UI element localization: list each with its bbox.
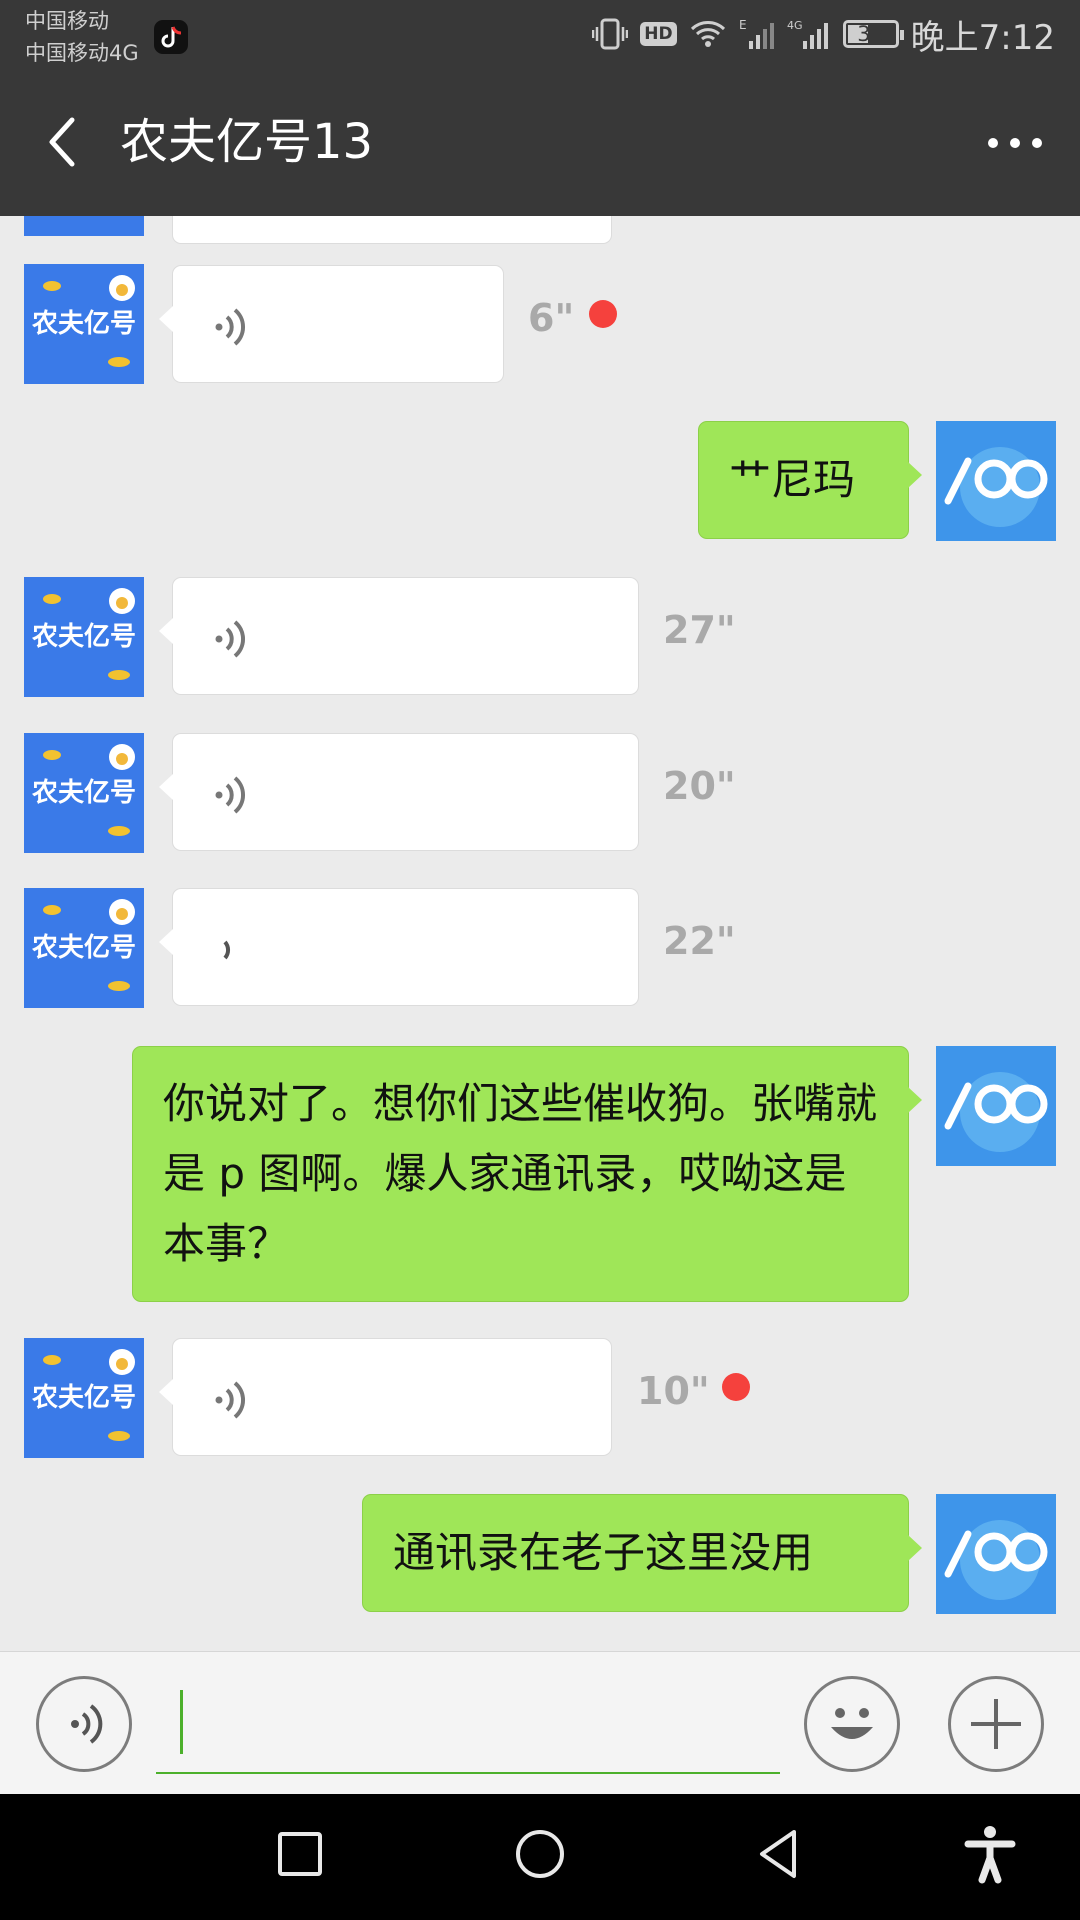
- battery-level: 33: [857, 22, 884, 46]
- voice-message[interactable]: [159, 888, 639, 1006]
- contact-avatar[interactable]: 农夫亿号: [24, 577, 144, 697]
- status-bar: 中国移动 中国移动4G HD E 4G 33 晚上7:12: [0, 0, 1080, 68]
- more-actions-button[interactable]: [948, 1676, 1044, 1772]
- voice-message[interactable]: [159, 265, 504, 383]
- voice-input-button[interactable]: [36, 1676, 132, 1772]
- contact-avatar[interactable]: 农夫亿号: [24, 733, 144, 853]
- message-input[interactable]: [156, 1674, 780, 1774]
- sent-text-message[interactable]: 通讯录在老子这里没用: [362, 1494, 922, 1612]
- svg-text:农夫亿号: 农夫亿号: [31, 309, 136, 339]
- voice-duration: 10": [637, 1369, 710, 1413]
- home-icon[interactable]: [510, 1824, 570, 1884]
- carrier-label-2: 中国移动4G: [25, 41, 139, 65]
- input-bar: [0, 1651, 1080, 1794]
- hd-badge: HD: [640, 22, 677, 46]
- voice-wave-icon: [215, 1381, 246, 1419]
- emoji-button[interactable]: [804, 1676, 900, 1772]
- carrier-label: 中国移动: [25, 9, 109, 33]
- text-caret: [180, 1690, 183, 1754]
- svg-text:农夫亿号: 农夫亿号: [31, 778, 136, 808]
- voice-duration: 20": [663, 764, 736, 808]
- voice-message[interactable]: [159, 577, 639, 695]
- signal-e-icon: E: [739, 18, 774, 49]
- voice-duration: 27": [663, 608, 736, 652]
- contact-avatar[interactable]: 农夫亿号: [24, 888, 144, 1008]
- my-avatar[interactable]: [936, 1046, 1056, 1166]
- recent-apps-icon[interactable]: [270, 1824, 330, 1884]
- voice-message[interactable]: [159, 733, 639, 851]
- voice-wave-icon: [71, 1704, 103, 1744]
- plus-icon: [971, 1699, 1021, 1749]
- svg-text:E: E: [739, 18, 747, 32]
- my-avatar[interactable]: [936, 1494, 1056, 1614]
- system-nav-bar: [0, 1794, 1080, 1920]
- my-avatar[interactable]: [936, 421, 1056, 541]
- chat-title: 农夫亿号13: [120, 114, 374, 170]
- more-options-icon[interactable]: [980, 118, 1050, 168]
- contact-avatar[interactable]: 农夫亿号: [24, 1338, 144, 1458]
- unread-dot: [589, 300, 617, 328]
- svg-text:农夫亿号: 农夫亿号: [31, 622, 136, 652]
- sent-text-message[interactable]: 艹尼玛: [698, 421, 922, 539]
- voice-message[interactable]: [172, 216, 612, 244]
- unread-dot: [722, 1373, 750, 1401]
- smiley-icon: [831, 1708, 873, 1739]
- voice-wave-icon: [215, 620, 246, 658]
- voice-duration: 6": [528, 296, 575, 340]
- accessibility-icon[interactable]: [960, 1824, 1020, 1884]
- svg-text:农夫亿号: 农夫亿号: [31, 933, 136, 963]
- svg-text:农夫亿号: 农夫亿号: [31, 1383, 136, 1413]
- vibrate-icon: [592, 18, 629, 50]
- battery-icon: 33: [842, 20, 904, 48]
- tiktok-icon: [154, 20, 188, 54]
- voice-wave-icon: [215, 776, 246, 814]
- contact-avatar[interactable]: 农夫亿号: [24, 264, 144, 384]
- sent-text-message[interactable]: 你说对了。想你们这些催收狗。张嘴就是 p 图啊。爆人家通讯录，哎呦这是本事？: [132, 1046, 922, 1302]
- voice-wave-icon: [223, 940, 230, 960]
- message-text: 你说对了。想你们这些催收狗。张嘴就是 p 图啊。爆人家通讯录，哎呦这是本事？: [163, 1079, 878, 1268]
- voice-wave-icon: [215, 308, 246, 346]
- clock: 晚上7:12: [910, 17, 1055, 58]
- svg-text:4G: 4G: [787, 19, 803, 32]
- chat-header: 农夫亿号13: [0, 68, 1080, 216]
- back-icon[interactable]: [750, 1824, 810, 1884]
- message-text: 艹尼玛: [729, 455, 856, 504]
- message-list[interactable]: 农夫亿号 6" 艹尼玛 农夫亿号 27" 农夫亿号 20" 农夫亿号 22" 你…: [0, 216, 1080, 1651]
- wifi-icon: [690, 21, 725, 47]
- back-arrow-icon[interactable]: [38, 112, 88, 172]
- voice-message[interactable]: [159, 1338, 612, 1456]
- signal-4g-icon: 4G: [787, 19, 828, 49]
- voice-duration: 22": [663, 919, 736, 963]
- message-text: 通讯录在老子这里没用: [393, 1528, 814, 1577]
- contact-avatar[interactable]: [24, 216, 144, 236]
